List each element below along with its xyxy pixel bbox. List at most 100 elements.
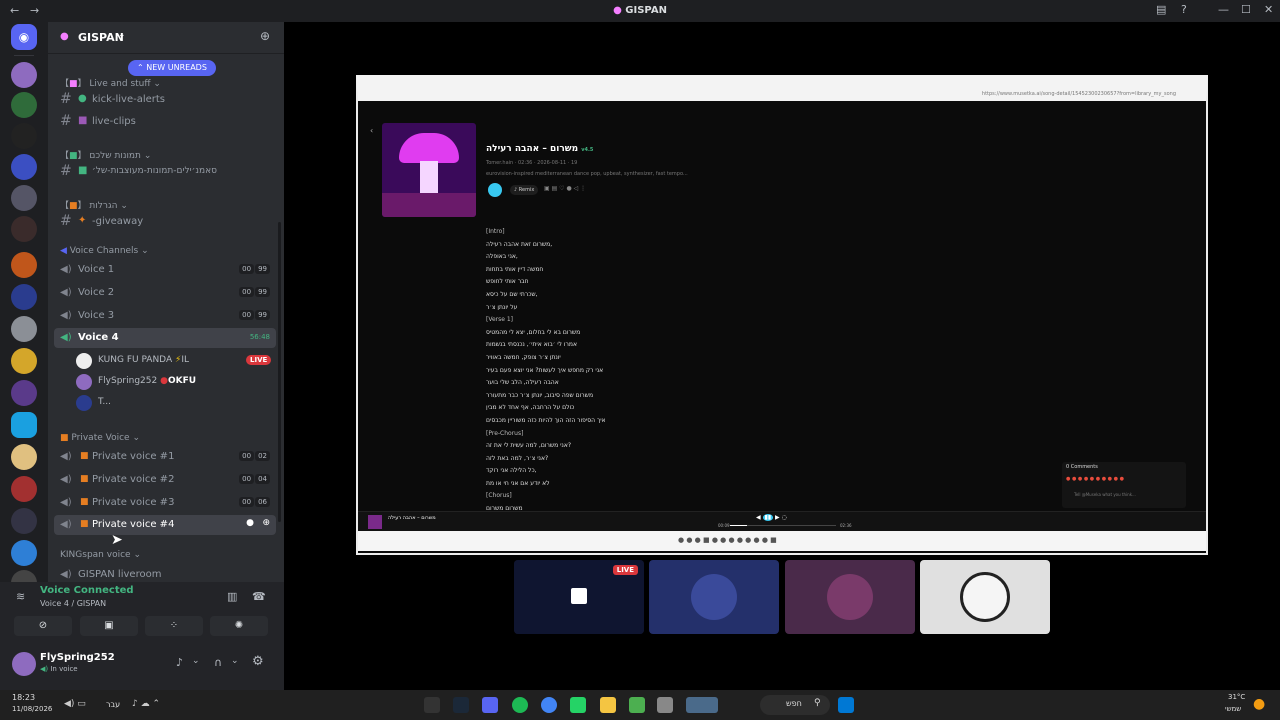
- file-explorer-icon[interactable]: [600, 697, 616, 713]
- maximize-icon[interactable]: ☐: [1241, 3, 1251, 16]
- category-private[interactable]: ■ Private Voice ⌄: [60, 433, 140, 443]
- chrome-icon[interactable]: [541, 697, 557, 713]
- participant-tile[interactable]: [785, 560, 915, 634]
- taskbar-app-icon[interactable]: [686, 697, 718, 713]
- server-icon[interactable]: [11, 380, 37, 406]
- category-kingspan[interactable]: KINGspan voice ⌄: [60, 550, 141, 560]
- add-member-icon[interactable]: ⊕: [260, 29, 270, 43]
- voice-channel-3[interactable]: ◀) Voice 3 00 99: [54, 306, 276, 326]
- category-live[interactable]: 【■】 Live and stuff ⌄: [60, 76, 161, 89]
- invite-icon[interactable]: ⊕: [262, 518, 270, 528]
- guild-header[interactable]: ● GISPAN ⌄ ⊕: [48, 22, 284, 54]
- minimize-icon[interactable]: —: [1218, 3, 1229, 16]
- play-pause-button[interactable]: [488, 183, 502, 197]
- server-icon[interactable]: [11, 540, 37, 566]
- spotify-icon[interactable]: [512, 697, 528, 713]
- player-controls[interactable]: ◀ ▮▮ ▶ ◌: [756, 514, 787, 521]
- steam-icon[interactable]: [453, 697, 469, 713]
- disconnect-icon[interactable]: ☎: [252, 590, 266, 603]
- server-icon[interactable]: [11, 348, 37, 374]
- windows-start-icon[interactable]: [838, 697, 854, 713]
- server-icon[interactable]: [11, 62, 37, 88]
- progress-track[interactable]: [730, 525, 836, 526]
- shared-screen[interactable]: https://www.musetka.ai/song-detail/15452…: [356, 75, 1208, 555]
- help-icon[interactable]: ?: [1181, 3, 1187, 16]
- whatsapp-icon[interactable]: [570, 697, 586, 713]
- noise-suppression-icon[interactable]: ▥: [227, 590, 237, 603]
- user-panel: FlySpring252 ◀) In voice ♪ ⌄ ∩ ⌄ ⚙: [0, 642, 284, 690]
- channel-live-clips[interactable]: # ■ live-clips: [54, 112, 276, 132]
- remix-button[interactable]: ♪ Remix: [510, 185, 539, 195]
- private-voice-3[interactable]: ◀) ■ Private voice #3 00 06: [54, 493, 276, 513]
- server-icon[interactable]: [11, 284, 37, 310]
- voice-channel-2[interactable]: ◀) Voice 2 00 99: [54, 283, 276, 303]
- inbox-icon[interactable]: ▤: [1156, 3, 1166, 16]
- server-icon[interactable]: [11, 412, 37, 438]
- chevron-down-icon[interactable]: ⌄: [231, 656, 239, 666]
- participant-tile-stream[interactable]: LIVE: [514, 560, 644, 634]
- server-icon[interactable]: [11, 216, 37, 242]
- speaker-icon: ◀): [60, 569, 72, 580]
- new-unreads-badge[interactable]: ⌃ NEW UNREADS: [128, 60, 216, 76]
- kingspan-room[interactable]: ◀) GISPAN liveroom: [54, 565, 276, 582]
- screen-share-button[interactable]: ▣: [80, 616, 138, 636]
- avatar: [691, 574, 737, 620]
- taskbar-search[interactable]: חפש ⚲: [760, 695, 830, 715]
- lyric-line: אני משרום, למה עשית לי את זה?: [486, 442, 572, 450]
- chevron-down-icon: ⌄: [118, 30, 126, 40]
- server-icon[interactable]: [11, 123, 37, 149]
- category-voice[interactable]: ◀ Voice Channels ⌄: [60, 246, 149, 256]
- close-icon[interactable]: ✕: [1264, 3, 1273, 16]
- chat-icon[interactable]: ●: [246, 518, 254, 528]
- private-voice-4[interactable]: ◀) ■ Private voice #4 ● ⊕: [54, 515, 276, 535]
- taskbar-app-icon[interactable]: [657, 697, 673, 713]
- emoji-reactions[interactable]: ● ● ● ● ● ● ● ● ● ●: [1066, 476, 1124, 482]
- weather-temp[interactable]: 31°C: [1228, 693, 1245, 701]
- private-voice-1[interactable]: ◀) ■ Private voice #1 00 02: [54, 447, 276, 467]
- lock-icon: ■: [80, 497, 89, 507]
- taskbar-app-icon[interactable]: [424, 697, 440, 713]
- song-actions[interactable]: ▣ ▤ ♡ ● ◁ ⋮: [544, 185, 586, 192]
- chevron-down-icon[interactable]: ⌄: [192, 656, 200, 666]
- server-icon[interactable]: [11, 252, 37, 278]
- scrollbar[interactable]: [278, 222, 281, 522]
- minecraft-icon[interactable]: [629, 697, 645, 713]
- activities-button[interactable]: ⁘: [145, 616, 203, 636]
- category-pics[interactable]: 【■】 תמונות שלכם ⌄: [60, 148, 151, 161]
- server-icon[interactable]: [11, 316, 37, 342]
- channel-label: סאמנ׳ילים-תמונות-מעוצבות-של׳: [92, 166, 217, 176]
- back-icon[interactable]: ‹: [370, 126, 373, 135]
- participant-tile[interactable]: [649, 560, 779, 634]
- channel-pics[interactable]: # ■ סאמנ׳ילים-תמונות-מעוצבות-של׳: [54, 162, 276, 182]
- server-icon[interactable]: [11, 444, 37, 470]
- voice-status-title[interactable]: Voice Connected: [40, 585, 134, 596]
- server-icon[interactable]: [11, 185, 37, 211]
- private-voice-2[interactable]: ◀) ■ Private voice #2 00 04: [54, 470, 276, 490]
- tray-icons-2[interactable]: ♪ ☁ ⌃: [132, 699, 160, 709]
- camera-off-button[interactable]: ⊘: [14, 616, 72, 636]
- discord-home-icon[interactable]: ◉: [11, 24, 37, 50]
- language-indicator[interactable]: עבר: [106, 700, 120, 709]
- clock-time[interactable]: 18:23: [12, 693, 35, 702]
- channel-kick-live-alerts[interactable]: # ● kick-live-alerts: [54, 90, 276, 110]
- sun-icon: ●: [1253, 696, 1266, 712]
- soundboard-button[interactable]: ✺: [210, 616, 268, 636]
- voice-channel-1[interactable]: ◀) Voice 1 00 99: [54, 260, 276, 280]
- channel-sidebar: ● GISPAN ⌄ ⊕ ⌃ NEW UNREADS 【■】 Live and …: [48, 22, 284, 582]
- server-icon[interactable]: [11, 508, 37, 534]
- clock-date[interactable]: 11/08/2026: [12, 705, 52, 713]
- server-icon[interactable]: [11, 92, 37, 118]
- server-icon[interactable]: [11, 154, 37, 180]
- avatar[interactable]: [12, 652, 36, 676]
- participant-tile[interactable]: [920, 560, 1050, 634]
- microphone-icon[interactable]: ♪: [176, 656, 183, 669]
- server-icon[interactable]: [11, 476, 37, 502]
- category-giveaways[interactable]: 【■】 הגרלות ⌄: [60, 198, 128, 211]
- discord-icon[interactable]: [482, 697, 498, 713]
- tray-icons[interactable]: ◀) ▭: [64, 699, 86, 709]
- settings-gear-icon[interactable]: ⚙: [252, 654, 264, 669]
- channel-giveaway[interactable]: # ✦ -giveaway: [54, 212, 276, 232]
- comment-input[interactable]: Tell @Museka what you think...: [1074, 492, 1136, 497]
- voice-channel-4[interactable]: ◀) Voice 4 56:48: [54, 328, 276, 348]
- headphones-icon[interactable]: ∩: [214, 656, 222, 669]
